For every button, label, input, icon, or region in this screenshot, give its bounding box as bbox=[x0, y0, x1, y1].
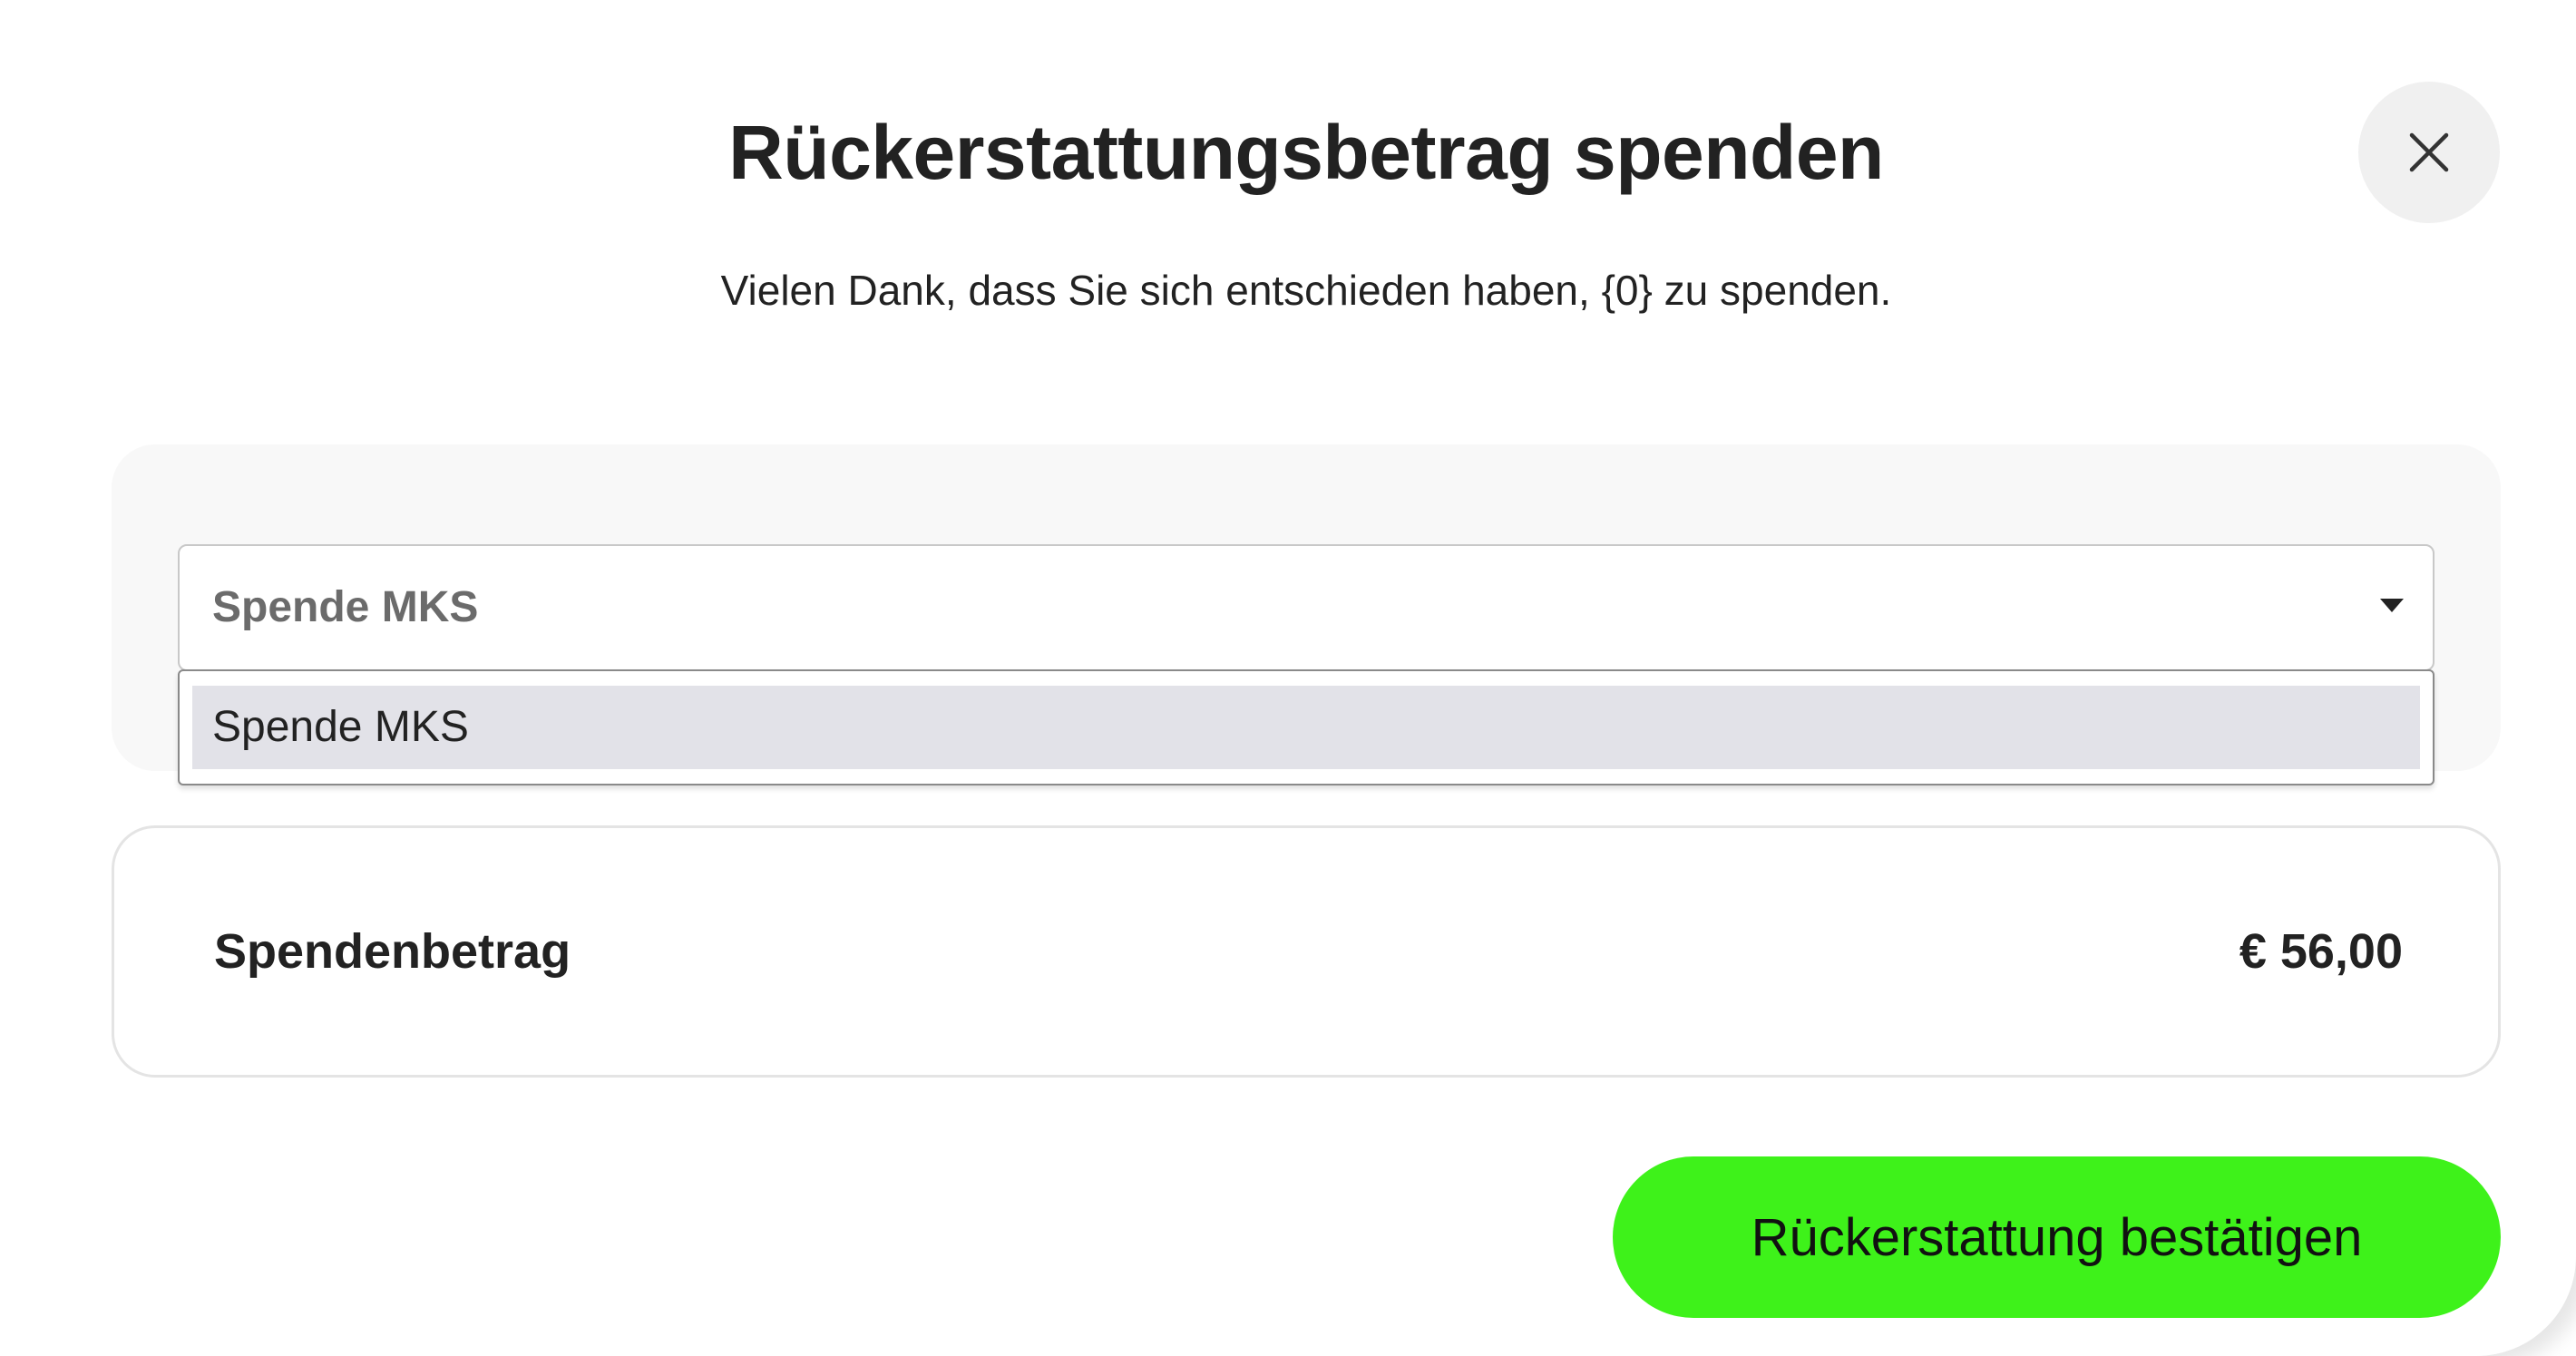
donation-select-value: Spende MKS bbox=[212, 583, 479, 631]
donation-select[interactable]: Spende MKS bbox=[178, 544, 2435, 671]
caret-down-icon bbox=[2380, 599, 2404, 612]
donation-amount-card: Spendenbetrag € 56,00 bbox=[112, 825, 2501, 1078]
close-icon bbox=[2409, 132, 2449, 172]
amount-value: € 56,00 bbox=[2239, 924, 2403, 979]
donation-dropdown-list: Spende MKS bbox=[178, 669, 2435, 785]
confirm-refund-button[interactable]: Rückerstattung bestätigen bbox=[1613, 1156, 2501, 1318]
close-button[interactable] bbox=[2358, 82, 2500, 223]
dropdown-option-spende-mks[interactable]: Spende MKS bbox=[192, 686, 2420, 769]
dialog-subtitle: Vielen Dank, dass Sie sich entschieden h… bbox=[720, 267, 1892, 314]
amount-label: Spendenbetrag bbox=[214, 924, 571, 979]
dialog-title: Rückerstattungsbetrag spenden bbox=[728, 110, 1884, 195]
donation-dialog: Rückerstattungsbetrag spenden Vielen Dan… bbox=[0, 0, 2576, 1356]
